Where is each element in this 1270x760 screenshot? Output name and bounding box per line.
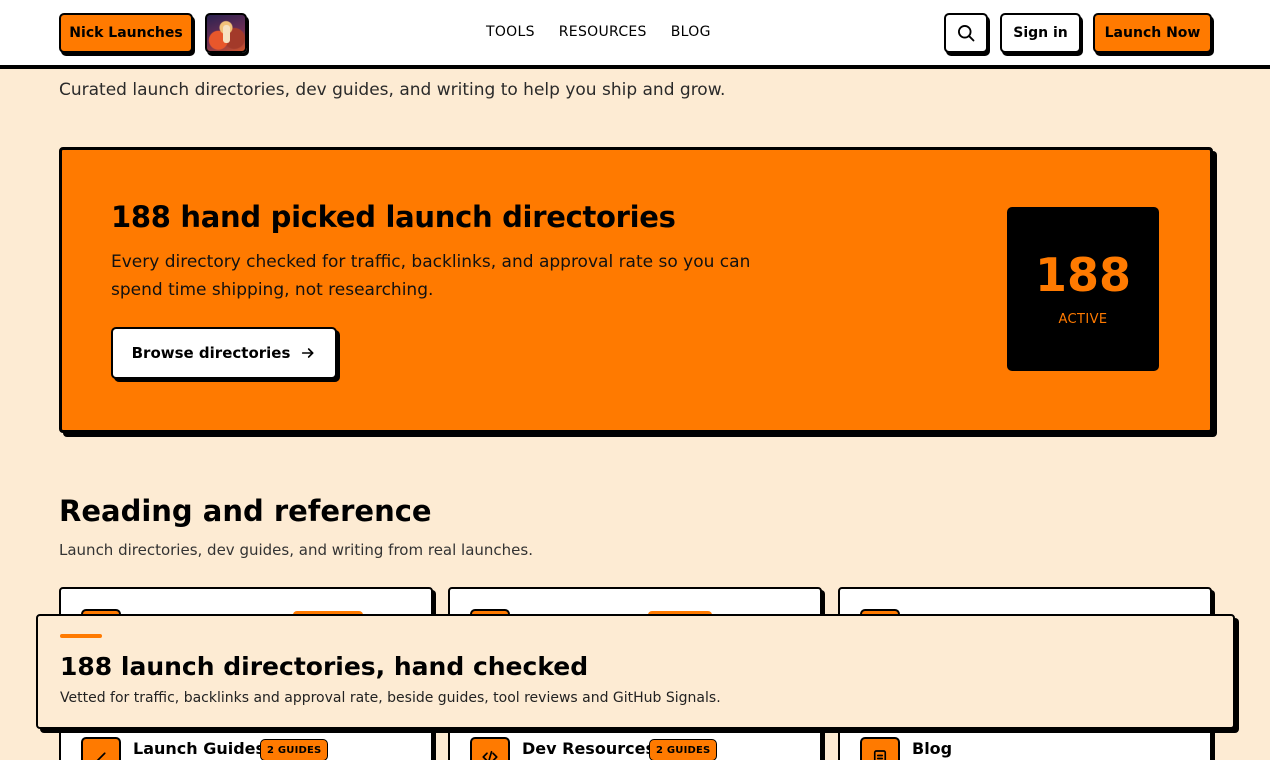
search-button[interactable] [944,13,988,53]
active-label: ACTIVE [1058,311,1108,327]
banner-title: 188 launch directories, hand checked [60,652,589,681]
arrow-right-icon [302,348,314,358]
card-title: Dev Resources [522,739,655,758]
card-title: Blog [912,739,953,758]
nav-blog[interactable]: BLOG [671,24,711,40]
sign-in-button[interactable]: Sign in [1000,13,1081,53]
tagline: Curated launch directories, dev guides, … [59,80,726,100]
announcement-banner: 188 launch directories, hand checked Vet… [36,614,1235,729]
launch-now-button[interactable]: Launch Now [1093,13,1212,53]
nav-resources[interactable]: RESOURCES [559,24,647,40]
brand-button[interactable]: Nick Launches [59,13,193,53]
browse-label: Browse directories [131,344,291,362]
card-icon [470,737,510,760]
active-count: 188 [1034,247,1132,302]
site-header: Nick Launches TOOLS RESOURCES BLOG Sign … [0,0,1270,69]
search-icon [958,25,975,42]
avatar-figure [223,25,230,43]
banner-subtitle: Vetted for traffic, backlinks and approv… [60,690,721,706]
banner-accent [60,634,102,638]
hero-title: 188 hand picked launch directories [111,200,676,234]
browse-directories-button[interactable]: Browse directories [111,327,337,379]
code-icon [482,750,498,760]
hero-description: Every directory checked for traffic, bac… [111,252,751,300]
main-nav: TOOLS RESOURCES BLOG [486,24,711,40]
document-icon [873,750,887,760]
nav-tools[interactable]: TOOLS [486,24,535,40]
hero-card: 188 hand picked launch directories Every… [59,147,1213,433]
card-badge: 2 GUIDES [649,739,718,760]
card-badge: 2 GUIDES [260,739,329,760]
active-count-box: 188 ACTIVE [1007,207,1159,371]
card-icon [860,737,900,760]
pencil-icon [96,752,106,760]
section-subtitle: Launch directories, dev guides, and writ… [59,541,533,559]
card-title: Launch Guides [133,739,266,758]
avatar[interactable] [205,13,247,53]
section-title: Reading and reference [59,494,432,528]
card-icon [81,737,121,760]
